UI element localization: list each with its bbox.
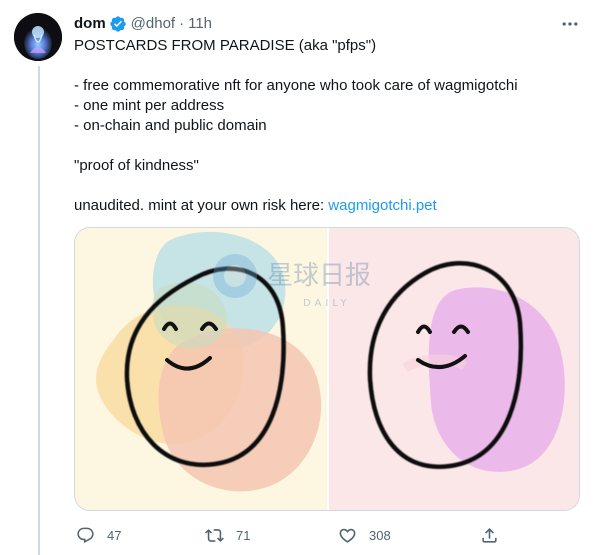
tweet-line-cta: unaudited. mint at your own risk here: w… — [74, 196, 574, 216]
share-icon — [480, 526, 499, 545]
like-count: 308 — [369, 527, 391, 543]
tweet-actions: 47 71 308 — [74, 522, 504, 548]
verified-badge-icon — [109, 15, 127, 33]
tweet-timestamp[interactable]: 11h — [188, 14, 212, 34]
retweet-icon — [205, 526, 224, 545]
like-button[interactable]: 308 — [338, 522, 391, 548]
tweet-line-quote: "proof of kindness" — [74, 157, 199, 174]
cta-text: unaudited. mint at your own risk here: — [74, 197, 329, 214]
thread-line — [38, 66, 40, 555]
heart-icon — [338, 526, 357, 545]
header-separator: · — [179, 15, 185, 32]
reply-icon — [76, 526, 95, 545]
tweet-line-bullet-2: - one mint per address — [74, 97, 225, 114]
wagmigotchi-link[interactable]: wagmigotchi.pet — [328, 197, 436, 214]
retweet-button[interactable]: 71 — [205, 522, 250, 548]
watermark-cn: 星球日报 — [267, 261, 371, 291]
author-handle[interactable]: @dhof — [131, 14, 175, 34]
postcards-artwork: 星球日报 DAILY — [75, 228, 579, 510]
avatar[interactable] — [14, 13, 62, 61]
avatar-image — [14, 13, 62, 61]
tweet-line-title: POSTCARDS FROM PARADISE (aka "pfps") — [74, 37, 377, 54]
more-dots-icon[interactable] — [559, 14, 581, 34]
author-display-name[interactable]: dom — [74, 14, 106, 34]
retweet-count: 71 — [236, 527, 251, 543]
reply-count: 47 — [107, 527, 122, 543]
tweet-line-bullet-1: - free commemorative nft for anyone who … — [74, 77, 518, 94]
watermark-en: DAILY — [303, 298, 351, 309]
tweet-media-image[interactable]: 星球日报 DAILY — [74, 227, 580, 511]
tweet-text: POSTCARDS FROM PARADISE (aka "pfps") - f… — [74, 36, 574, 216]
tweet-header: dom @dhof · 11h — [74, 14, 212, 34]
tweet-line-bullet-3: - on-chain and public domain — [74, 117, 267, 134]
share-button[interactable] — [480, 522, 499, 548]
reply-button[interactable]: 47 — [76, 522, 121, 548]
